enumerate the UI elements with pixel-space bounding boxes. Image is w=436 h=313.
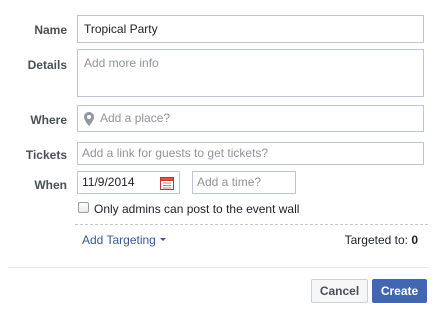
date-input[interactable]: 11/9/2014: [77, 171, 180, 194]
details-textarea[interactable]: Add more info: [77, 49, 424, 97]
tickets-input[interactable]: Add a link for guests to get tickets?: [77, 142, 424, 165]
when-label: When: [34, 178, 67, 192]
tickets-label: Tickets: [25, 148, 67, 162]
details-label: Details: [27, 58, 67, 72]
add-targeting-label: Add Targeting: [82, 233, 156, 247]
where-input[interactable]: Add a place?: [77, 105, 424, 132]
admins-only-checkbox[interactable]: [78, 202, 89, 213]
date-value: 11/9/2014: [82, 175, 135, 189]
cancel-button[interactable]: Cancel: [311, 279, 368, 303]
targeted-to-label: Targeted to:: [344, 233, 408, 247]
chevron-down-icon: [159, 238, 166, 242]
dashed-divider: [75, 224, 428, 225]
name-input[interactable]: Tropical Party: [77, 15, 424, 43]
name-label: Name: [34, 23, 67, 37]
tickets-placeholder: Add a link for guests to get tickets?: [82, 146, 269, 160]
where-placeholder: Add a place?: [100, 111, 171, 125]
footer-separator: [8, 267, 428, 268]
map-pin-icon: [84, 112, 94, 126]
time-input[interactable]: Add a time?: [192, 171, 296, 194]
create-button[interactable]: Create: [372, 279, 427, 303]
name-value: Tropical Party: [84, 22, 158, 36]
where-label: Where: [30, 113, 67, 127]
time-placeholder: Add a time?: [197, 175, 262, 189]
calendar-icon[interactable]: [160, 177, 174, 190]
admins-only-label[interactable]: Only admins can post to the event wall: [94, 202, 299, 216]
add-targeting-link[interactable]: Add Targeting: [82, 233, 166, 247]
targeted-count: 0: [411, 233, 418, 247]
details-placeholder: Add more info: [84, 56, 159, 70]
targeted-to: Targeted to: 0: [345, 233, 418, 247]
